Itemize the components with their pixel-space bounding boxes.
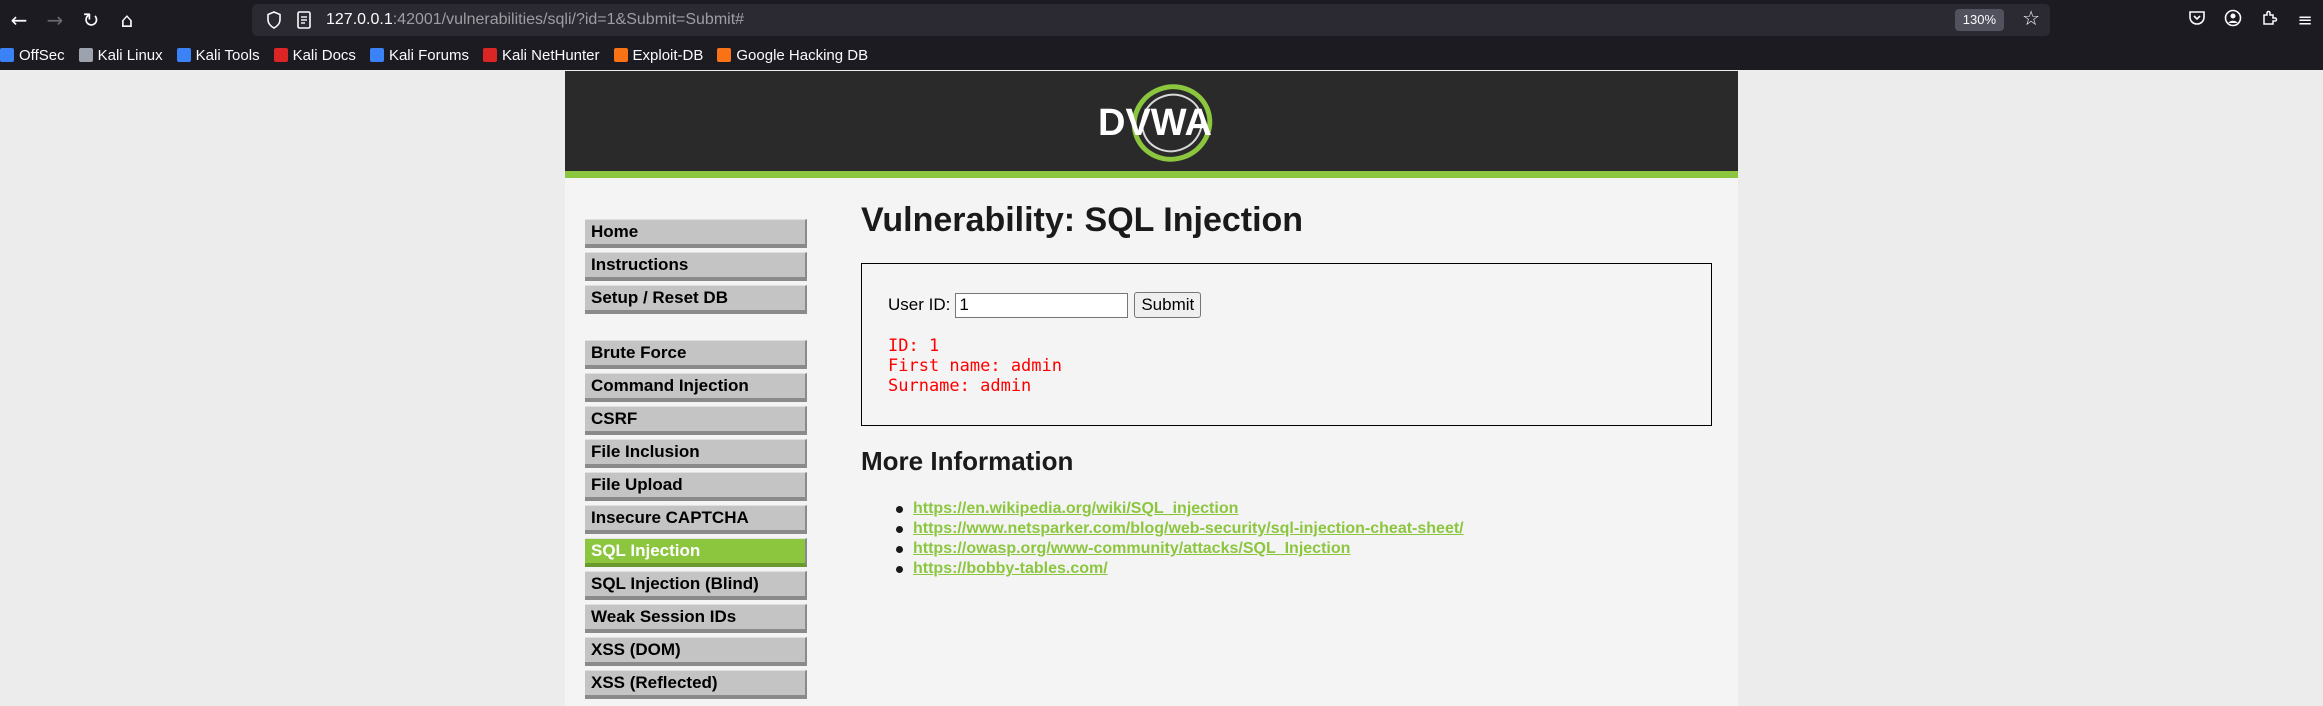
query-result: ID: 1 First name: admin Surname: admin <box>888 336 1685 396</box>
sidebar-item-brute-force[interactable]: Brute Force <box>585 340 807 369</box>
bookmark-label: Google Hacking DB <box>736 46 869 64</box>
bookmark-label: Kali Docs <box>292 46 356 64</box>
sidebar-item-sql-injection-blind[interactable]: SQL Injection (Blind) <box>585 571 807 600</box>
list-item: https://bobby-tables.com/ <box>913 559 1721 579</box>
vulnerability-box: User ID: Submit ID: 1First name: adminSu… <box>861 263 1712 426</box>
dvwa-page: DVWA Home Instructions Setup / Reset DB Bru… <box>565 71 1738 706</box>
sidebar-item-home[interactable]: Home <box>585 219 807 248</box>
pocket-icon[interactable] <box>2179 9 2215 32</box>
sidebar-menu: Home Instructions Setup / Reset DB Brute Fo… <box>585 219 807 703</box>
home-icon[interactable]: ⌂ <box>110 3 144 37</box>
bookmark-favicon-icon <box>717 48 732 62</box>
bookmark-item[interactable]: Kali Linux <box>78 46 163 64</box>
user-id-label: User ID: <box>888 295 951 314</box>
sidebar-item-setup-reset-db[interactable]: Setup / Reset DB <box>585 285 807 314</box>
bookmark-favicon-icon <box>369 48 384 62</box>
user-id-form: User ID: Submit <box>888 292 1685 318</box>
sidebar-item-xss-reflected[interactable]: XSS (Reflected) <box>585 670 807 699</box>
list-item: https://owasp.org/www-community/attacks/… <box>913 539 1721 559</box>
bookmark-label: Exploit-DB <box>632 46 704 64</box>
list-item: https://en.wikipedia.org/wiki/SQL_inject… <box>913 499 1721 519</box>
bookmark-label: OffSec <box>19 46 65 64</box>
bookmark-favicon-icon <box>613 48 628 62</box>
page-info-icon[interactable] <box>290 6 318 34</box>
bookmark-favicon-icon <box>176 48 191 62</box>
shield-icon[interactable] <box>260 6 288 34</box>
dvwa-logo: DVWA <box>1098 84 1213 162</box>
bookmark-favicon-icon <box>78 48 93 62</box>
back-arrow-icon[interactable]: ← <box>2 3 36 37</box>
bookmark-star-icon[interactable]: ☆ <box>2022 6 2040 30</box>
result-line: Surname: admin <box>888 376 1032 396</box>
reload-icon[interactable]: ↻ <box>74 3 108 37</box>
bookmark-item[interactable]: Google Hacking DB <box>717 47 868 64</box>
reference-link[interactable]: https://www.netsparker.com/blog/web-secu… <box>913 519 1464 539</box>
sidebar-item-command-injection[interactable]: Command Injection <box>585 373 807 402</box>
sidebar-item-weak-session-ids[interactable]: Weak Session IDs <box>585 604 807 633</box>
user-id-input[interactable] <box>955 292 1129 318</box>
bookmark-item[interactable]: Kali NetHunter <box>482 46 600 64</box>
toolbar-right-icons: ≡ <box>2179 0 2323 40</box>
list-item: https://www.netsparker.com/blog/web-secu… <box>913 519 1721 539</box>
main-content: Vulnerability: SQL Injection User ID: Su… <box>861 201 1721 579</box>
page-header: DVWA <box>565 71 1738 178</box>
account-icon[interactable] <box>2215 9 2251 32</box>
bookmark-favicon-icon <box>0 48 14 62</box>
more-information-heading: More Information <box>861 446 1074 476</box>
sidebar-item-csrf[interactable]: CSRF <box>585 406 807 435</box>
sidebar-item-sql-injection[interactable]: SQL Injection <box>585 538 807 567</box>
result-line: ID: 1 <box>888 336 940 356</box>
bookmark-label: Kali Forums <box>388 46 469 64</box>
bookmarks-bar: OffSec Kali Linux Kali Tools Kali Docs Kali … <box>0 40 2323 70</box>
bookmark-item[interactable]: OffSec <box>0 47 65 64</box>
bookmark-favicon-icon <box>482 48 497 62</box>
zoom-level-badge[interactable]: 130% <box>1954 9 2004 31</box>
menu-spacer <box>585 318 807 340</box>
url-bar[interactable]: 127.0.0.1:42001/vulnerabilities/sqli/?id… <box>252 4 2050 36</box>
bookmark-item[interactable]: Kali Docs <box>273 46 356 64</box>
bookmark-label: Kali NetHunter <box>501 46 600 64</box>
sidebar-item-insecure-captcha[interactable]: Insecure CAPTCHA <box>585 505 807 534</box>
page-title: Vulnerability: SQL Injection <box>861 201 1304 239</box>
sidebar-item-xss-dom[interactable]: XSS (DOM) <box>585 637 807 666</box>
sidebar-item-file-inclusion[interactable]: File Inclusion <box>585 439 807 468</box>
sidebar-item-instructions[interactable]: Instructions <box>585 252 807 281</box>
menu-hamburger-icon[interactable]: ≡ <box>2287 10 2323 31</box>
forward-arrow-icon[interactable]: → <box>38 3 72 37</box>
bookmark-item[interactable]: Exploit-DB <box>613 46 704 64</box>
result-line: First name: admin <box>888 356 1062 376</box>
bookmark-item[interactable]: Kali Tools <box>176 46 260 64</box>
bookmark-item[interactable]: Kali Forums <box>369 46 469 64</box>
bookmark-label: Kali Linux <box>97 46 163 64</box>
browser-toolbar: ← → ↻ ⌂ 127.0.0.1:42001/vulnerabilities/… <box>0 0 2323 40</box>
reference-link[interactable]: https://en.wikipedia.org/wiki/SQL_inject… <box>913 499 1238 519</box>
reference-link[interactable]: https://owasp.org/www-community/attacks/… <box>913 539 1350 559</box>
bookmark-label: Kali Tools <box>195 46 260 64</box>
url-text[interactable]: 127.0.0.1:42001/vulnerabilities/sqli/?id… <box>326 11 744 29</box>
extensions-icon[interactable] <box>2251 9 2287 32</box>
logo-text: DVWA <box>1098 102 1212 144</box>
url-host: 127.0.0.1 <box>326 11 393 28</box>
reference-link[interactable]: https://bobby-tables.com/ <box>913 559 1108 579</box>
sidebar-item-file-upload[interactable]: File Upload <box>585 472 807 501</box>
bookmark-favicon-icon <box>273 48 288 62</box>
more-information-links: https://en.wikipedia.org/wiki/SQL_inject… <box>913 499 1721 579</box>
url-path: :42001/vulnerabilities/sqli/?id=1&Submit… <box>392 11 745 28</box>
submit-button[interactable]: Submit <box>1134 292 1202 318</box>
